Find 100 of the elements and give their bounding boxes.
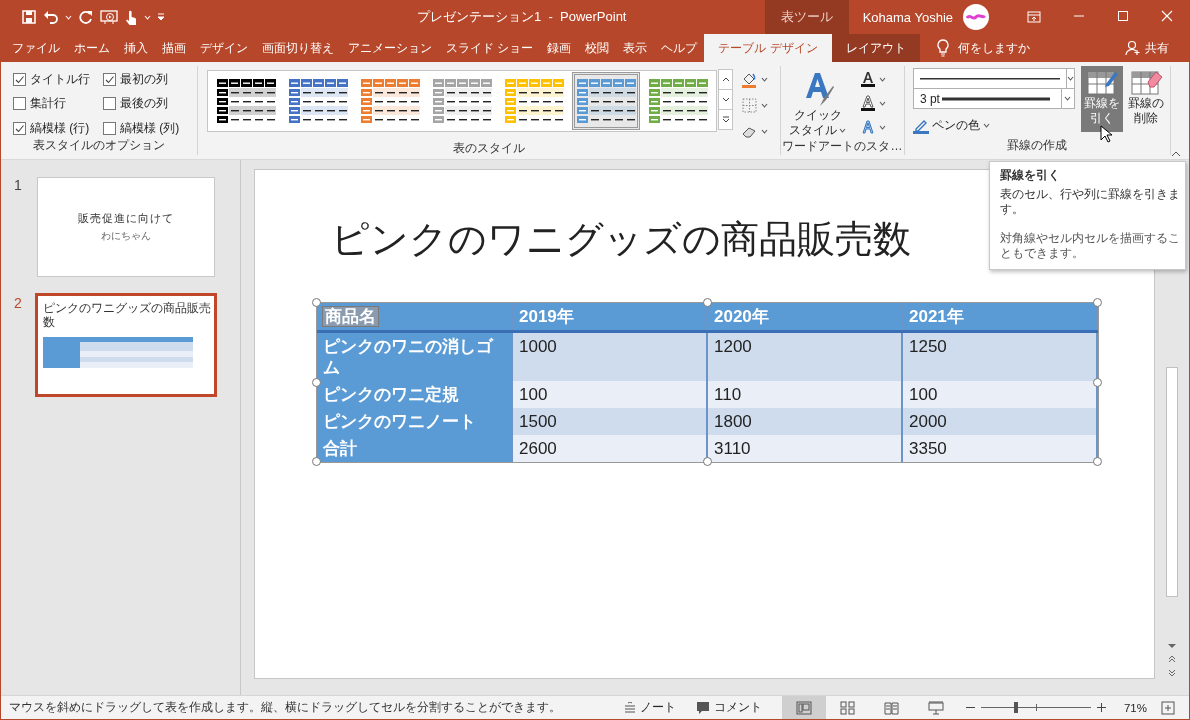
table-cell: 1500 [512, 408, 707, 435]
maximize-icon[interactable] [1117, 10, 1129, 22]
slide-thumbnail[interactable]: ピンクのワニグッズの商品販売数 [35, 293, 217, 397]
tell-me-search[interactable]: 何をしますか [957, 39, 1030, 57]
caret-icon[interactable] [982, 123, 990, 128]
ribbon-tab[interactable]: デザイン [193, 34, 255, 62]
slide-sorter-icon [839, 700, 856, 715]
resize-handle[interactable] [1093, 377, 1102, 387]
ribbon-tab[interactable]: 挿入 [117, 34, 155, 62]
zoom-level[interactable]: 71% [1123, 701, 1147, 714]
draw-table-button[interactable]: 罫線を 引く [1080, 66, 1123, 132]
checkbox[interactable]: 最後の列 [103, 95, 203, 113]
reading-view-icon [883, 700, 900, 715]
shading-icon[interactable] [741, 71, 758, 88]
group-label: 表のスタイル [452, 140, 526, 157]
text-outline-icon[interactable] [860, 95, 876, 111]
resize-handle[interactable] [702, 298, 712, 307]
caret-icon[interactable] [879, 100, 886, 106]
eraser-button[interactable]: 罫線の 削除 [1124, 66, 1167, 132]
slide-number: 2 [13, 295, 23, 313]
resize-handle[interactable] [702, 457, 712, 466]
text-effects-icon[interactable] [860, 119, 876, 135]
quick-styles-button[interactable]: クイック スタイル [781, 66, 850, 138]
caret-icon[interactable] [761, 103, 768, 108]
table-cell: 3350 [902, 435, 1097, 462]
eraser-table-icon [1129, 68, 1162, 96]
resize-handle[interactable] [1093, 457, 1102, 466]
checkmark-icon [14, 74, 25, 86]
table-style-swatch-icon [576, 78, 636, 124]
scroll-down-icon [721, 96, 730, 103]
scroll-down-icon[interactable] [1168, 643, 1176, 649]
resize-handle[interactable] [312, 298, 321, 307]
previous-slide-icon[interactable] [1168, 655, 1176, 663]
row-header: ピンクのワニ定規 [317, 381, 512, 408]
checkbox[interactable]: 集計行 [13, 95, 103, 113]
context-tab-header: 表ツール [764, 0, 849, 34]
caret-icon[interactable] [761, 129, 768, 134]
table-cell: 2600 [512, 435, 707, 462]
slider-thumb[interactable] [1014, 702, 1019, 713]
zoom-in-icon[interactable] [1096, 703, 1106, 712]
ribbon-tab[interactable]: 表示 [616, 34, 655, 62]
pen-style-dropdown[interactable] [912, 68, 1075, 89]
table-cell: 3110 [707, 435, 902, 462]
table-cell: 110 [707, 381, 902, 408]
presentation-icon[interactable] [100, 9, 118, 25]
ribbon-tab[interactable]: テーブル デザイン [704, 34, 832, 62]
collapse-ribbon-icon[interactable] [1171, 151, 1181, 157]
thumbnail-title: ピンクのワニグッズの商品販売数 [43, 301, 211, 329]
borders-icon[interactable] [741, 97, 758, 114]
ribbon-tab[interactable]: 校閲 [578, 34, 617, 62]
checkbox[interactable]: タイトル行 [13, 71, 103, 89]
checkbox[interactable]: 縞模様 (列) [103, 119, 203, 137]
pen-weight-dropdown[interactable]: 3 pt [912, 88, 1075, 109]
customize-icon[interactable] [157, 13, 165, 21]
ribbon-tab[interactable]: ホーム [67, 34, 117, 62]
ribbon-display-icon[interactable] [1027, 10, 1041, 24]
resize-handle[interactable] [1093, 298, 1102, 307]
checkmark-icon [104, 74, 115, 86]
caret-icon[interactable] [1064, 96, 1072, 101]
ribbon-tab[interactable]: 画面切り替え [255, 34, 341, 62]
save-icon[interactable] [21, 9, 37, 25]
ribbon-tab[interactable]: アニメーション [341, 34, 439, 62]
slide-thumbnail[interactable]: 販売促進に向けて わにちゃん [37, 177, 215, 277]
checkbox[interactable]: 最初の列 [103, 71, 203, 89]
row-header: 合計 [317, 435, 512, 462]
share-button[interactable]: 共有 [1125, 34, 1169, 62]
close-icon[interactable] [1161, 10, 1173, 22]
gallery-scroll-button[interactable] [718, 109, 733, 130]
table-style-option[interactable] [572, 72, 640, 130]
comments-button[interactable]: コメント [695, 700, 762, 715]
ribbon-tab[interactable]: スライド ショー [439, 34, 541, 62]
notes-button[interactable]: ノート [623, 700, 676, 715]
tooltip-title: 罫線を引く [1000, 168, 1061, 183]
view-button[interactable] [781, 696, 826, 719]
caret-icon[interactable] [761, 77, 768, 82]
fit-to-window-icon[interactable] [1161, 700, 1175, 715]
scroll-thumb[interactable] [1166, 367, 1178, 597]
ribbon-tab[interactable]: ファイル [5, 34, 67, 62]
touch-icon[interactable] [124, 8, 138, 26]
ribbon-tab[interactable]: レイアウト [831, 34, 920, 62]
mouse-cursor-icon [1100, 125, 1112, 143]
caret-icon[interactable] [879, 124, 886, 130]
caret-icon[interactable] [839, 128, 846, 133]
text-fill-icon[interactable] [860, 71, 876, 87]
caret-icon[interactable] [879, 76, 886, 82]
checkmark-icon [14, 122, 25, 134]
undo-icon[interactable] [43, 9, 59, 25]
redo-icon[interactable] [78, 9, 94, 25]
ribbon-tab[interactable]: 録画 [540, 34, 579, 62]
pen-color-button[interactable]: ペンの色 [912, 117, 1075, 134]
column-header: 2019年 [512, 303, 707, 332]
caret-icon[interactable] [1066, 76, 1074, 81]
ribbon-tab[interactable]: ヘルプ [654, 34, 705, 62]
ribbon-tab[interactable]: 描画 [155, 34, 193, 62]
table-cell: 100 [902, 381, 1097, 408]
resize-handle[interactable] [312, 377, 321, 387]
resize-handle[interactable] [312, 457, 321, 466]
checkbox[interactable]: 縞模様 (行) [13, 119, 103, 137]
next-slide-icon[interactable] [1168, 669, 1176, 677]
avatar[interactable] [963, 4, 989, 30]
